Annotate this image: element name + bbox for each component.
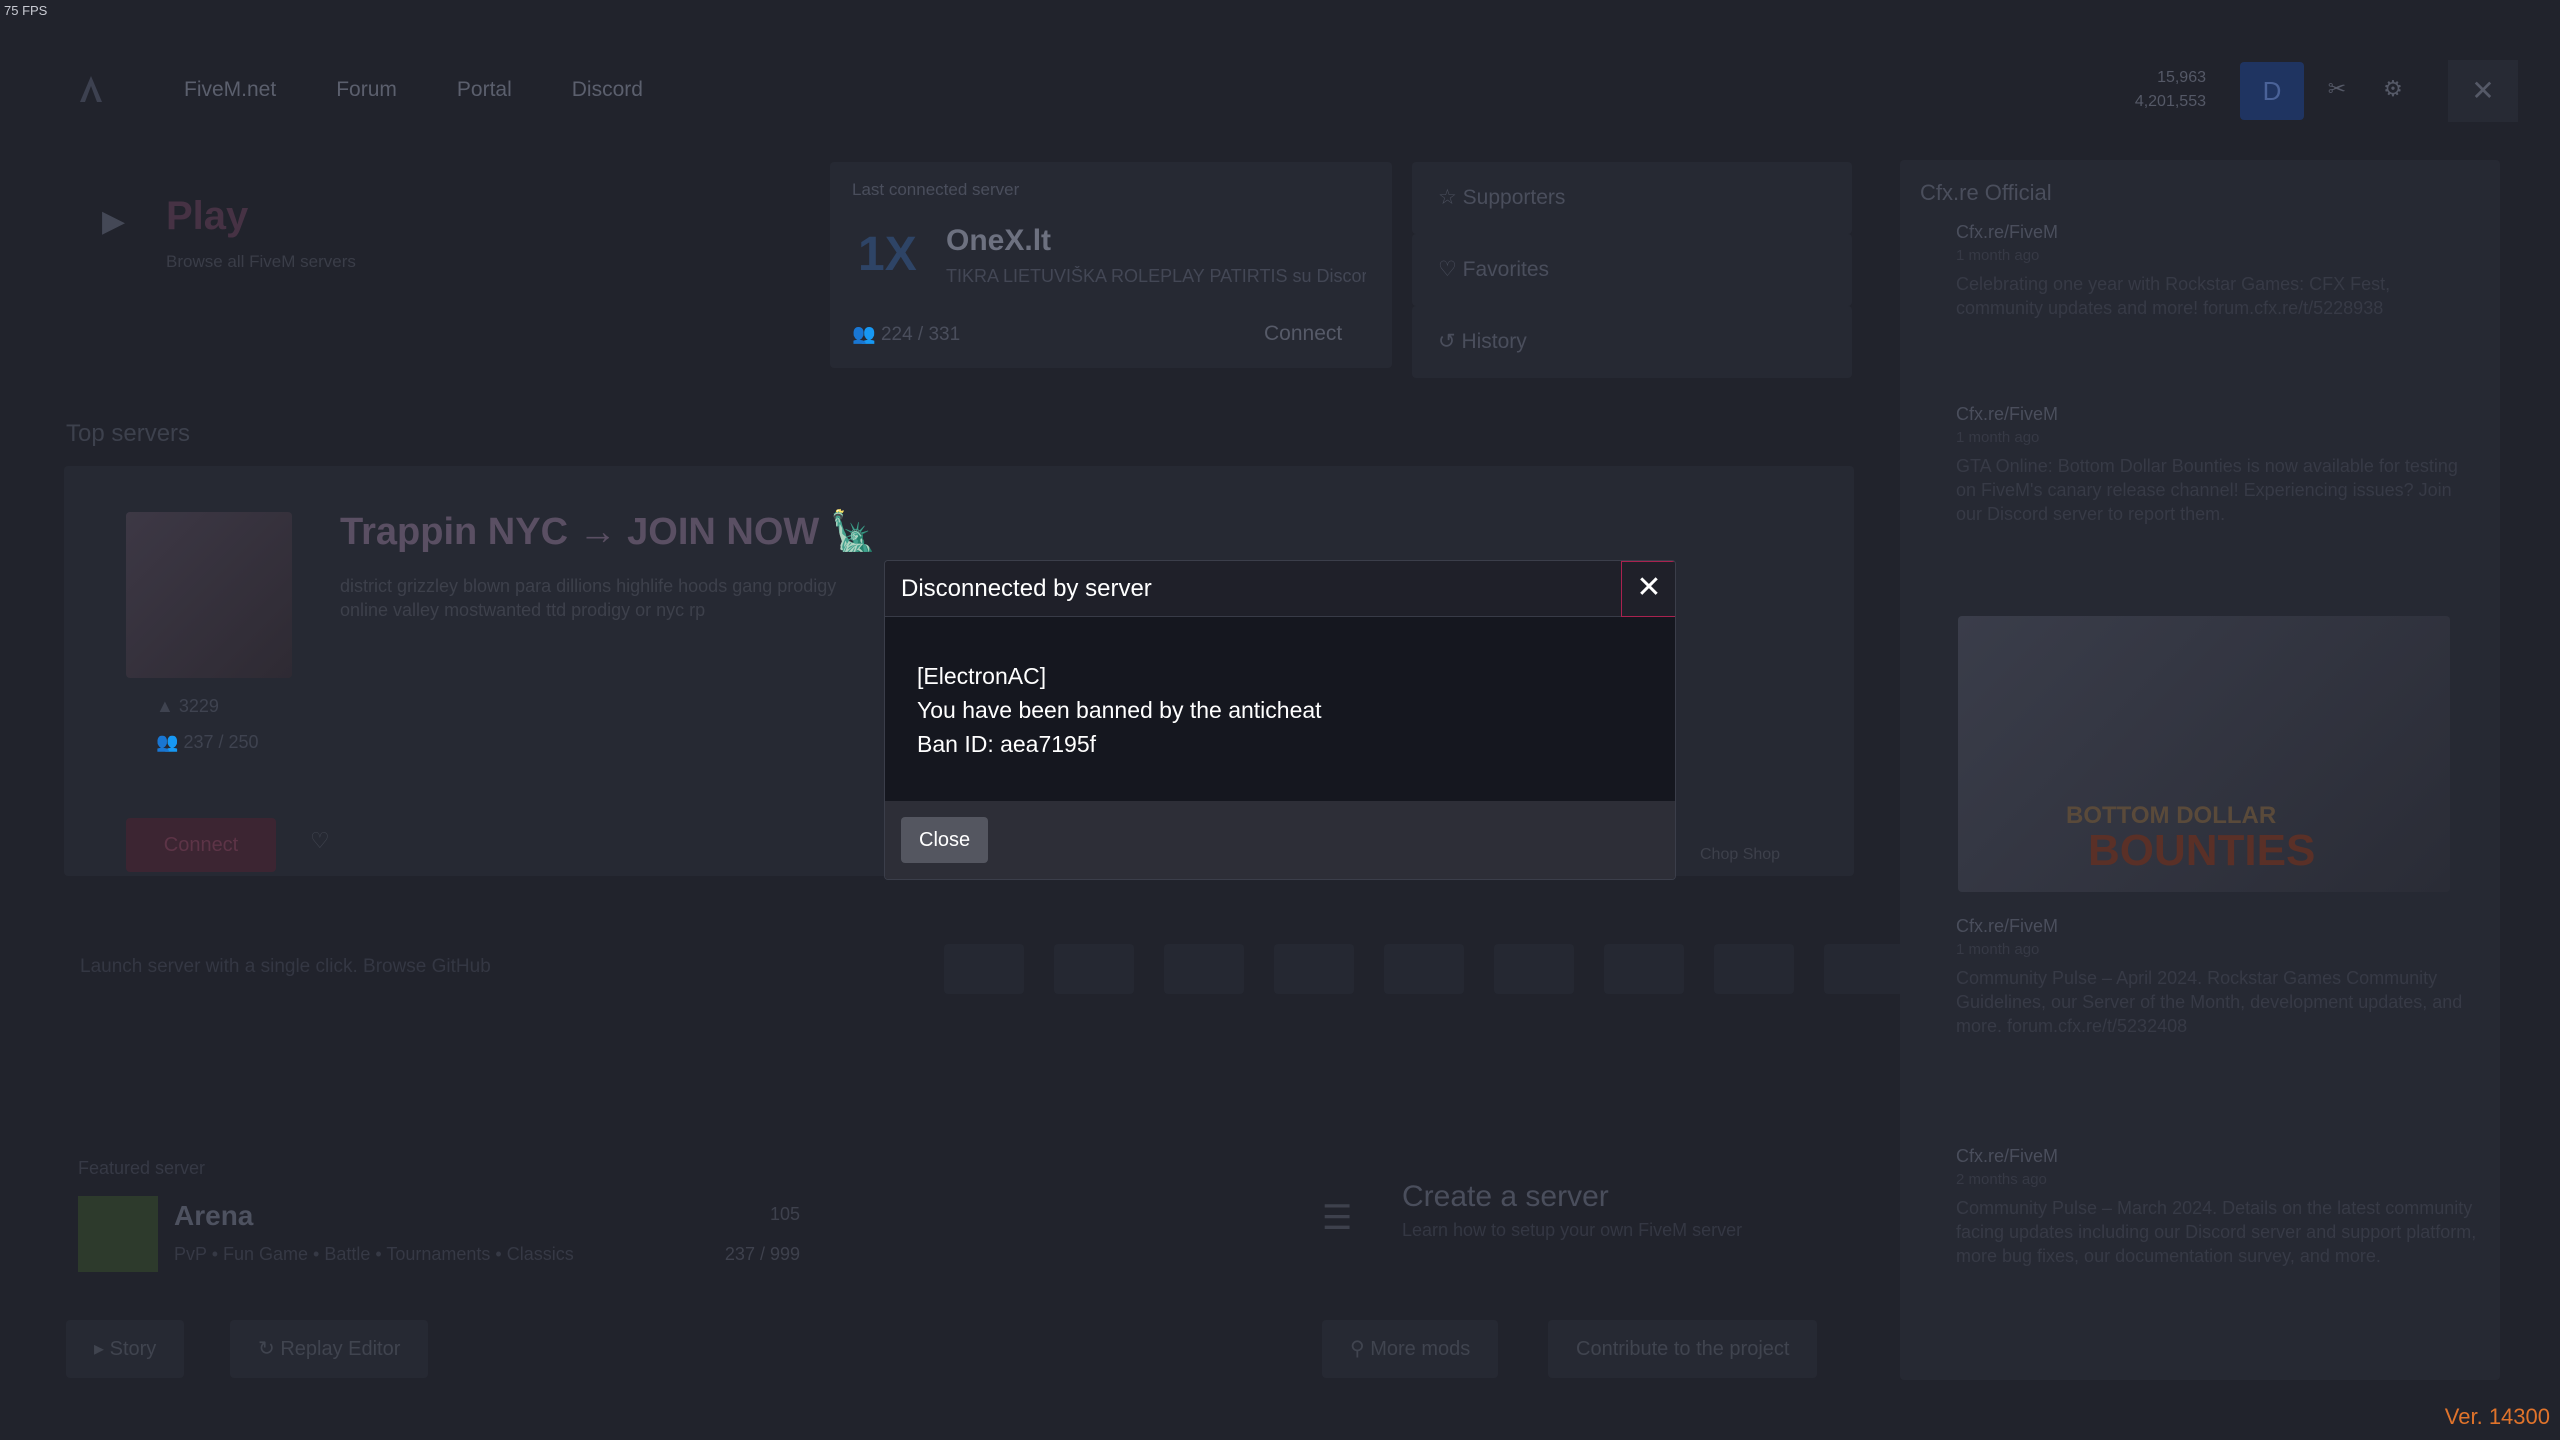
close-button[interactable]: Close: [901, 817, 989, 863]
side-menu: ☆ Supporters ♡ Favorites ↺ History: [1412, 162, 1852, 378]
replay-editor-button[interactable]: ↻ Replay Editor: [230, 1320, 429, 1378]
last-server-connect-button[interactable]: Connect: [1264, 322, 1342, 346]
last-server-label: Last connected server: [852, 180, 1020, 199]
menu-favorites[interactable]: ♡ Favorites: [1412, 234, 1852, 306]
disconnect-dialog: Disconnected by server ✕ [ElectronAC] Yo…: [884, 560, 1676, 880]
server-title: Trappin NYC → JOIN NOW 🗽: [340, 511, 878, 553]
svg-text:1X: 1X: [858, 228, 917, 281]
connect-button[interactable]: Connect: [126, 818, 276, 872]
top-servers-label: Top servers: [66, 420, 191, 447]
upvote-icon: ▲: [156, 696, 174, 716]
featured-label: Featured server: [78, 1158, 206, 1178]
server-logo-icon: 1X: [858, 228, 917, 281]
last-server-players: 👥 224 / 331: [852, 324, 961, 345]
featured-server-name[interactable]: Arena: [174, 1200, 253, 1232]
more-mods-button[interactable]: ⚲ More mods: [1322, 1320, 1499, 1378]
top-nav: FiveM.net Forum Portal Discord 15,963 4,…: [0, 50, 2560, 130]
nav-link-portal[interactable]: Portal: [457, 78, 512, 102]
player-stats: 15,963 4,201,553: [2134, 69, 2206, 110]
news-image[interactable]: BOTTOM DOLLAR BOUNTIES: [1958, 616, 2450, 892]
news-item[interactable]: Cfx.re/FiveM 2 months ago Community Puls…: [1920, 1146, 2480, 1268]
menu-history[interactable]: ↺ History: [1412, 306, 1852, 378]
story-button[interactable]: ▸ Story: [66, 1320, 185, 1378]
chop-shop-label: Chop Shop: [1700, 846, 1781, 863]
nav-link-fivem[interactable]: FiveM.net: [184, 78, 276, 102]
last-server-description: TIKRA LIETUVIŠKA ROLEPLAY PATIRTIS su Di…: [946, 266, 1366, 286]
menu-supporters[interactable]: ☆ Supporters: [1412, 162, 1852, 234]
play-subtitle: Browse all FiveM servers: [166, 252, 356, 271]
create-server-title[interactable]: Create a server: [1402, 1180, 1609, 1214]
dialog-message-line: You have been banned by the anticheat: [917, 697, 1322, 723]
server-icon[interactable]: [1604, 944, 1684, 994]
server-icon[interactable]: [944, 944, 1024, 994]
users-icon: 👥: [156, 732, 179, 752]
contribute-button[interactable]: Contribute to the project: [1548, 1320, 1818, 1378]
server-icons-row: [944, 944, 1904, 994]
version-label: Ver. 14300: [2444, 1404, 2550, 1429]
server-icon[interactable]: [1714, 944, 1794, 994]
dialog-message-line: [ElectronAC]: [917, 663, 1047, 689]
fps-counter: 75 FPS: [4, 3, 48, 18]
exit-icon[interactable]: ✕: [2448, 60, 2518, 122]
server-stack-icon: ☰: [1322, 1199, 1353, 1237]
nav-link-forum[interactable]: Forum: [336, 78, 397, 102]
news-item[interactable]: Cfx.re/FiveM 1 month ago GTA Online: Bot…: [1920, 404, 2480, 526]
featured-server-stats: 105 237 / 999: [724, 1204, 800, 1264]
play-block[interactable]: ▶ Play Browse all FiveM servers: [64, 180, 784, 310]
server-icon[interactable]: [1494, 944, 1574, 994]
news-item[interactable]: Cfx.re/FiveM 1 month ago Community Pulse…: [1920, 916, 2480, 1038]
users-icon: 👥: [852, 324, 876, 345]
last-server-name: OneX.lt: [946, 224, 1052, 257]
nav-link-discord[interactable]: Discord: [572, 78, 643, 102]
play-icon: ▶: [102, 205, 126, 238]
last-server-card[interactable]: Last connected server 1X OneX.lt TIKRA L…: [830, 162, 1392, 368]
dialog-header: Disconnected by server ✕: [885, 561, 1675, 617]
server-description: district grizzley blown para dillions hi…: [340, 576, 837, 620]
dialog-body: [ElectronAC] You have been banned by the…: [885, 617, 1675, 801]
news-title: Cfx.re Official: [1920, 180, 2052, 205]
server-icon[interactable]: [1824, 944, 1904, 994]
dialog-title: Disconnected by server: [901, 575, 1152, 602]
tools-icon[interactable]: ✂: [2314, 66, 2360, 112]
server-stats: ▲ 3229 👥 237 / 250: [156, 696, 259, 752]
server-icon[interactable]: [1384, 944, 1464, 994]
dialog-message-line: Ban ID: aea7195f: [917, 731, 1097, 757]
heart-icon[interactable]: ♡: [310, 828, 330, 854]
gear-icon[interactable]: ⚙: [2370, 66, 2416, 112]
news-item[interactable]: Cfx.re/FiveM 1 month ago Celebrating one…: [1920, 222, 2480, 320]
launch-text[interactable]: Launch server with a single click. Brows…: [80, 956, 491, 978]
server-icon[interactable]: [1164, 944, 1244, 994]
close-icon[interactable]: ✕: [1621, 561, 1675, 617]
arena-logo: [78, 1196, 158, 1272]
fivem-logo-icon[interactable]: [76, 74, 106, 104]
launch-row: Launch server with a single click. Brows…: [64, 944, 1904, 994]
featured-server-tags: PvP • Fun Game • Battle • Tournaments • …: [174, 1244, 574, 1264]
create-server-subtitle: Learn how to setup your own FiveM server: [1402, 1220, 1743, 1240]
avatar[interactable]: D: [2240, 62, 2304, 120]
server-icon[interactable]: [1054, 944, 1134, 994]
dialog-footer: Close: [885, 801, 1675, 879]
play-title: Play: [166, 194, 249, 238]
server-thumbnail: [126, 512, 292, 678]
server-icon[interactable]: [1274, 944, 1354, 994]
